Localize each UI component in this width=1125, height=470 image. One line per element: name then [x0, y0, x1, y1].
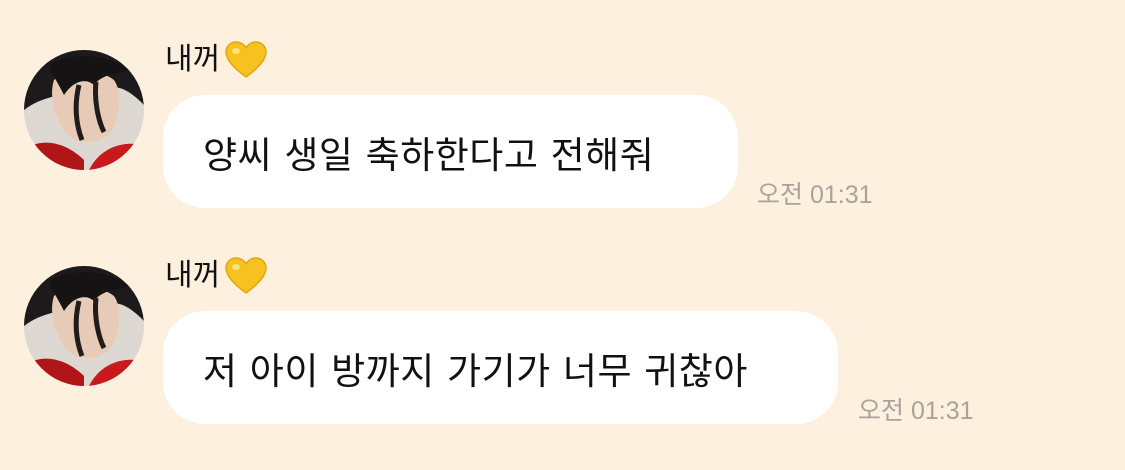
avatar-image	[24, 50, 144, 170]
message-timestamp: 오전 01:31	[757, 181, 873, 209]
yellow-heart-icon	[225, 41, 267, 78]
message-bubble[interactable]: 저 아이 방까지 가기가 너무 귀찮아	[163, 311, 838, 424]
chat-message: 내꺼 저 아이 방까지 가기가 너무 귀찮아 오전 01:31	[0, 257, 1125, 466]
avatar[interactable]	[24, 266, 144, 386]
sender-name-row: 내꺼	[165, 254, 268, 298]
message-text: 양씨 생일 축하한다고 전해줘	[203, 133, 655, 177]
yellow-heart-icon	[225, 257, 267, 294]
sender-name-row: 내꺼	[165, 38, 268, 82]
message-text: 저 아이 방까지 가기가 너무 귀찮아	[203, 349, 748, 393]
avatar-image	[24, 266, 144, 386]
sender-name: 내꺼	[165, 42, 221, 77]
chat-message: 내꺼 양씨 생일 축하한다고 전해줘 오전 01:31	[0, 41, 1125, 250]
sender-name: 내꺼	[165, 258, 221, 293]
message-timestamp: 오전 01:31	[858, 397, 974, 425]
avatar[interactable]	[24, 50, 144, 170]
message-bubble[interactable]: 양씨 생일 축하한다고 전해줘	[163, 95, 738, 208]
